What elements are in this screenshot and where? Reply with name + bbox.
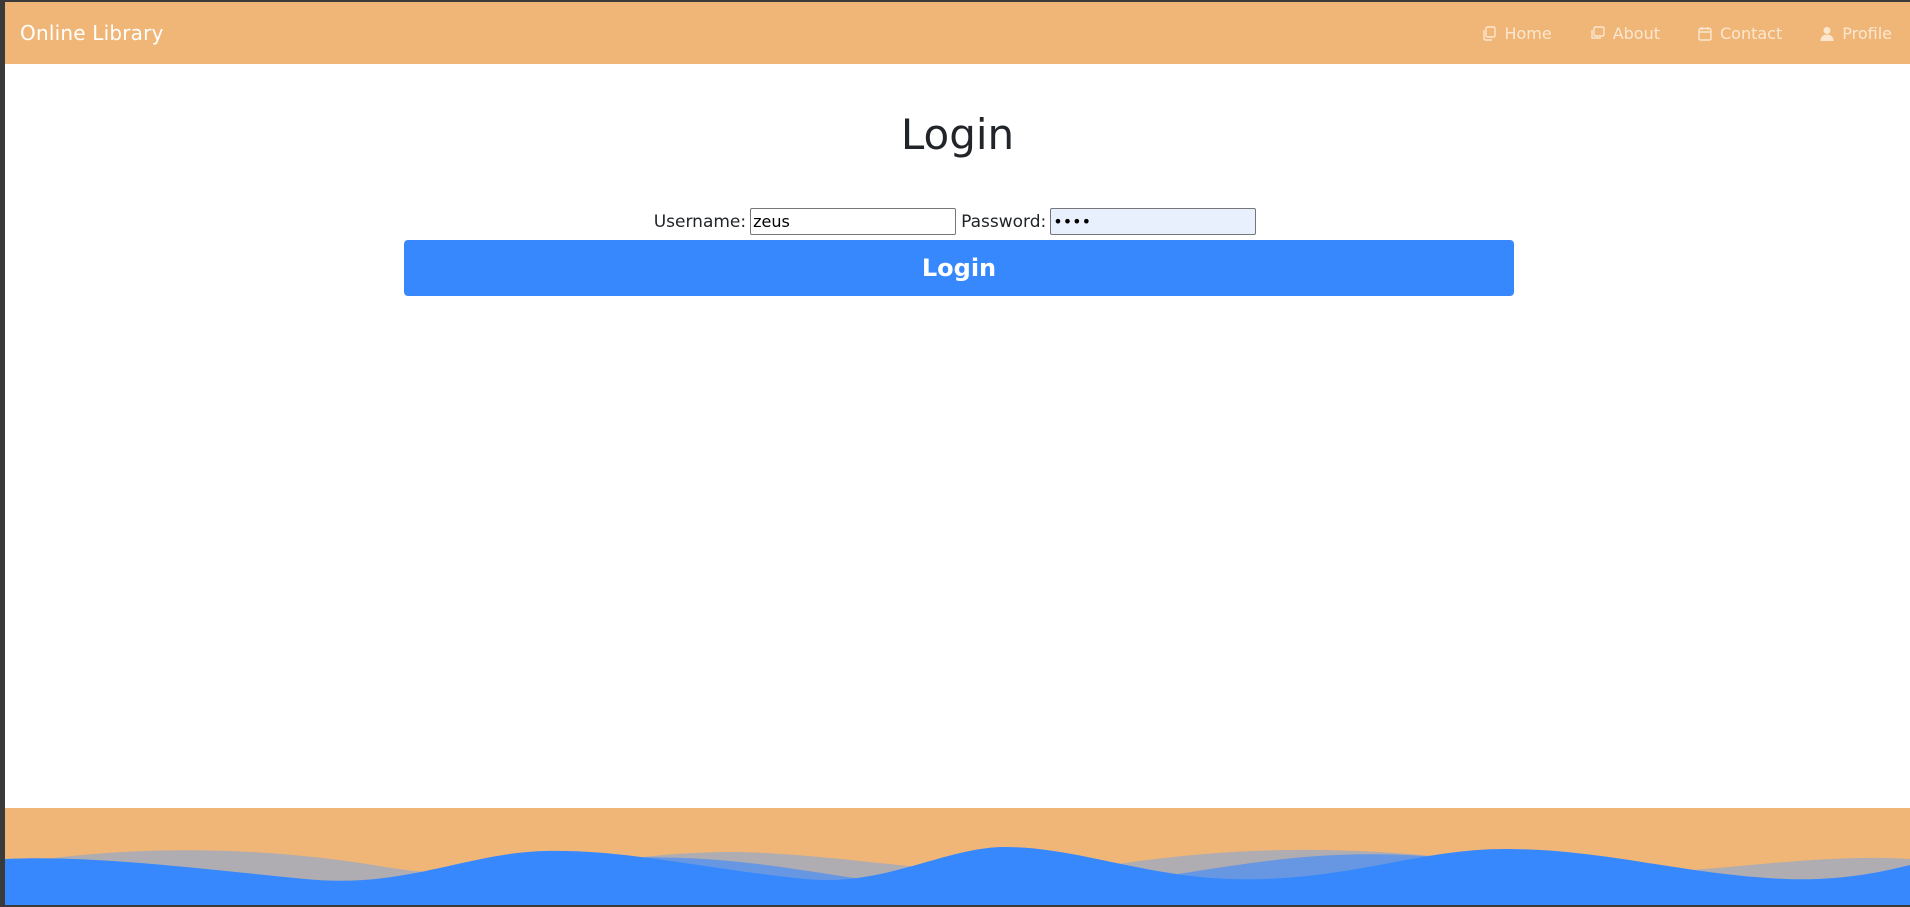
username-label: Username: <box>653 211 747 232</box>
username-input[interactable] <box>750 208 957 235</box>
nav-link-contact[interactable]: Contact <box>1698 24 1782 43</box>
nav-link-profile-label: Profile <box>1842 23 1892 43</box>
password-input[interactable] <box>1050 208 1257 235</box>
copy-icon <box>1483 25 1497 41</box>
nav-link-contact-label: Contact <box>1720 23 1783 43</box>
browser-viewport: Online Library Home About Contact Profil… <box>5 2 1910 905</box>
page-title: Login <box>900 110 1015 159</box>
nav-links: Home About Contact Profile <box>1444 24 1892 43</box>
nav-link-about[interactable]: About <box>1590 24 1660 43</box>
nav-link-about-label: About <box>1612 23 1660 43</box>
calendar-icon <box>1698 26 1712 41</box>
login-form: Username: Password: <box>5 208 1910 235</box>
password-label: Password: <box>961 211 1047 232</box>
user-icon <box>1820 26 1834 41</box>
wave-decoration <box>5 847 1910 905</box>
nav-link-home[interactable]: Home <box>1482 23 1552 43</box>
main-content: Login Username: Password: Login <box>5 64 1910 808</box>
login-button[interactable]: Login <box>404 240 1514 296</box>
navbar: Online Library Home About Contact Profil… <box>5 2 1910 64</box>
window-icon <box>1590 26 1605 39</box>
nav-link-profile[interactable]: Profile <box>1820 24 1892 43</box>
nav-link-home-label: Home <box>1504 23 1552 43</box>
brand-link[interactable]: Online Library <box>20 21 164 45</box>
footer-wave <box>5 808 1910 905</box>
